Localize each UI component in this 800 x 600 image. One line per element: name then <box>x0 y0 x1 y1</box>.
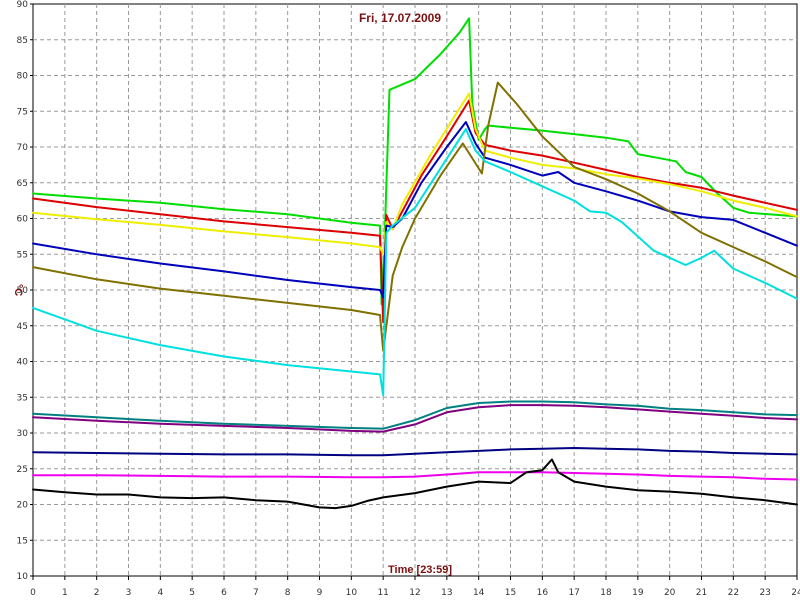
y-axis-label: °C <box>12 284 24 296</box>
y-tick-label: 70 <box>17 143 29 153</box>
x-tick-label: 20 <box>664 588 676 598</box>
x-tick-label: 8 <box>285 588 291 598</box>
x-tick-label: 14 <box>473 588 485 598</box>
x-tick-label: 17 <box>568 588 579 598</box>
x-tick-label: 11 <box>377 588 388 598</box>
y-tick-label: 25 <box>17 465 28 475</box>
x-tick-label: 5 <box>189 588 195 598</box>
x-tick-label: 3 <box>126 588 132 598</box>
y-tick-label: 85 <box>17 36 28 46</box>
x-tick-label: 12 <box>409 588 420 598</box>
y-tick-label: 60 <box>17 215 29 225</box>
x-tick-label: 1 <box>62 588 68 598</box>
x-axis-ticks: 0 1 2 3 4 5 6 7 8 9 10 11 12 13 14 15 16 17 18 19 20 21 22 23 24 <box>30 576 800 598</box>
x-tick-label: 0 <box>30 588 36 598</box>
x-tick-label: 13 <box>441 588 452 598</box>
y-tick-label: 15 <box>17 536 28 546</box>
y-tick-label: 90 <box>17 0 29 10</box>
x-tick-label: 15 <box>505 588 516 598</box>
y-tick-label: 10 <box>17 572 29 582</box>
x-tick-label: 16 <box>537 588 549 598</box>
y-tick-label: 20 <box>17 501 29 511</box>
y-tick-label: 35 <box>17 393 28 403</box>
x-tick-label: 22 <box>728 588 739 598</box>
y-tick-label: 45 <box>17 322 28 332</box>
x-tick-label: 6 <box>221 588 227 598</box>
y-tick-label: 75 <box>17 107 28 117</box>
x-tick-label: 19 <box>632 588 644 598</box>
y-tick-label: 65 <box>17 179 28 189</box>
x-tick-label: 23 <box>759 588 770 598</box>
x-tick-label: 24 <box>791 588 800 598</box>
x-axis-label: Time [23:59] <box>388 564 452 576</box>
y-tick-label: 80 <box>17 72 29 82</box>
x-tick-label: 9 <box>317 588 323 598</box>
x-tick-label: 10 <box>346 588 358 598</box>
y-tick-label: 55 <box>17 250 28 260</box>
y-tick-label: 40 <box>17 358 29 368</box>
x-tick-label: 7 <box>253 588 259 598</box>
x-tick-label: 2 <box>94 588 100 598</box>
x-tick-label: 4 <box>157 588 163 598</box>
temperature-chart: 1015202530354045505560657075808590 01234… <box>12 0 800 598</box>
x-tick-label: 18 <box>600 588 612 598</box>
chart-title: Fri, 17.07.2009 <box>359 11 441 25</box>
x-tick-label: 21 <box>696 588 707 598</box>
y-tick-label: 30 <box>17 429 29 439</box>
